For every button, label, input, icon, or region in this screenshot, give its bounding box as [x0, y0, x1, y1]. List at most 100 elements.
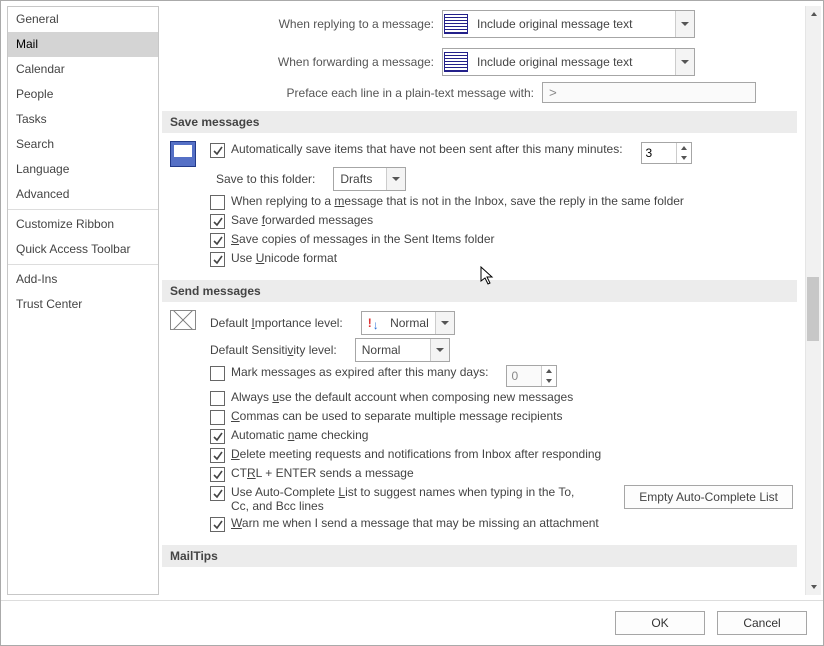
reply-action-label: When replying to a message: [162, 17, 442, 31]
importance-label: Default Importance level: [210, 316, 343, 330]
forward-action-select[interactable]: Include original message text [442, 48, 695, 76]
preface-label: Preface each line in a plain-text messag… [162, 86, 542, 100]
sidebar-item-label: Add-Ins [16, 272, 57, 286]
chevron-down-icon[interactable] [435, 312, 454, 334]
sidebar-item-trust-center[interactable]: Trust Center [8, 292, 158, 317]
dialog-buttons: OK Cancel [1, 601, 823, 645]
checkbox-save-sentitems[interactable] [210, 233, 225, 248]
checkbox-commas-separate[interactable] [210, 410, 225, 425]
checkbox-warn-missing-attachment[interactable] [210, 517, 225, 532]
autosave-label: Automatically save items that have not b… [231, 142, 623, 156]
reply-action-select[interactable]: Include original message text [442, 10, 695, 38]
checkbox-delete-meeting-reqs[interactable] [210, 448, 225, 463]
save-forwarded-label: Save forwarded messages [231, 213, 373, 227]
checkbox-autosave[interactable] [210, 143, 225, 158]
sidebar-item-label: Search [16, 137, 54, 151]
checkbox-use-unicode[interactable] [210, 252, 225, 267]
scrollbar-thumb[interactable] [807, 277, 819, 341]
sidebar-item-label: People [16, 87, 53, 101]
reply-action-value: Include original message text [469, 11, 675, 37]
cancel-button[interactable]: Cancel [717, 611, 807, 635]
save-folder-value: Drafts [334, 172, 386, 186]
expire-days-input [507, 366, 541, 386]
section-save: Automatically save items that have not b… [162, 133, 797, 272]
checkbox-save-reply-same-folder[interactable] [210, 195, 225, 210]
importance-icon: !↓ [368, 316, 379, 330]
mail-options-content: When replying to a message: Include orig… [160, 6, 805, 595]
sidebar-separator [8, 264, 158, 265]
ctrl-enter-label: CTRL + ENTER sends a message [231, 466, 414, 480]
sidebar-item-mail[interactable]: Mail [8, 32, 158, 57]
sidebar-item-label: Customize Ribbon [16, 217, 114, 231]
sidebar-item-label: Mail [16, 37, 38, 51]
sidebar-item-addins[interactable]: Add-Ins [8, 267, 158, 292]
section-header-mailtips: MailTips [162, 545, 797, 567]
sensitivity-value: Normal [356, 343, 430, 357]
importance-value: Normal [390, 316, 429, 330]
sidebar-item-advanced[interactable]: Advanced [8, 182, 158, 207]
content-scroll-outer: When replying to a message: Include orig… [160, 6, 823, 595]
forward-action-value: Include original message text [469, 49, 675, 75]
spin-down [542, 376, 556, 386]
sidebar-item-customize-ribbon[interactable]: Customize Ribbon [8, 212, 158, 237]
save-folder-label: Save to this folder: [216, 172, 315, 186]
sidebar-item-label: Trust Center [16, 297, 82, 311]
ok-button[interactable]: OK [615, 611, 705, 635]
sidebar-item-calendar[interactable]: Calendar [8, 57, 158, 82]
chevron-down-icon[interactable] [675, 49, 694, 75]
message-icon [443, 49, 469, 75]
sidebar-item-general[interactable]: General [8, 7, 158, 32]
save-folder-select[interactable]: Drafts [333, 167, 406, 191]
category-sidebar: General Mail Calendar People Tasks Searc… [7, 6, 159, 595]
message-icon [443, 11, 469, 37]
auto-name-check-label: Automatic name checking [231, 428, 368, 442]
spin-down[interactable] [677, 153, 691, 163]
commas-separate-label: Commas can be used to separate multiple … [231, 409, 563, 423]
sensitivity-select[interactable]: Normal [355, 338, 450, 362]
scroll-up-button[interactable] [806, 6, 821, 22]
default-account-label: Always use the default account when comp… [231, 390, 573, 404]
vertical-scrollbar[interactable] [805, 6, 821, 595]
empty-autocomplete-button[interactable]: Empty Auto-Complete List [624, 485, 793, 509]
sidebar-item-qat[interactable]: Quick Access Toolbar [8, 237, 158, 262]
spin-up[interactable] [677, 143, 691, 153]
sidebar-item-label: General [16, 12, 59, 26]
options-dialog: General Mail Calendar People Tasks Searc… [0, 0, 824, 646]
sidebar-item-tasks[interactable]: Tasks [8, 107, 158, 132]
importance-select[interactable]: !↓ Normal [361, 311, 455, 335]
scroll-down-button[interactable] [806, 579, 821, 595]
preface-input [542, 82, 756, 103]
chevron-down-icon[interactable] [430, 339, 449, 361]
spin-up [542, 366, 556, 376]
forward-action-label: When forwarding a message: [162, 55, 442, 69]
checkbox-default-account[interactable] [210, 391, 225, 406]
sidebar-item-label: Tasks [16, 112, 47, 126]
section-header-save: Save messages [162, 111, 797, 133]
save-icon [166, 139, 200, 270]
sidebar-separator [8, 209, 158, 210]
sidebar-item-language[interactable]: Language [8, 157, 158, 182]
autosave-minutes-input[interactable] [642, 143, 676, 163]
checkbox-expire[interactable] [210, 366, 225, 381]
sidebar-item-label: Calendar [16, 62, 65, 76]
use-autocomplete-label: Use Auto-Complete List to suggest names … [231, 485, 591, 513]
sidebar-item-label: Language [16, 162, 69, 176]
checkbox-use-autocomplete[interactable] [210, 486, 225, 501]
checkbox-ctrl-enter[interactable] [210, 467, 225, 482]
chevron-down-icon[interactable] [386, 168, 405, 190]
chevron-down-icon[interactable] [675, 11, 694, 37]
section-header-send: Send messages [162, 280, 797, 302]
autosave-minutes-stepper[interactable] [641, 142, 692, 164]
warn-missing-attachment-label: Warn me when I send a message that may b… [231, 516, 599, 530]
sidebar-item-people[interactable]: People [8, 82, 158, 107]
send-icon [166, 308, 200, 535]
save-sentitems-label: Save copies of messages in the Sent Item… [231, 232, 494, 246]
checkbox-auto-name-check[interactable] [210, 429, 225, 444]
section-send: Default Importance level: !↓ Normal Defa… [162, 302, 797, 537]
checkbox-save-forwarded[interactable] [210, 214, 225, 229]
sensitivity-label: Default Sensitivity level: [210, 343, 337, 357]
sidebar-item-label: Advanced [16, 187, 69, 201]
sidebar-item-label: Quick Access Toolbar [16, 242, 131, 256]
sidebar-item-search[interactable]: Search [8, 132, 158, 157]
save-reply-same-folder-label: When replying to a message that is not i… [231, 194, 684, 208]
